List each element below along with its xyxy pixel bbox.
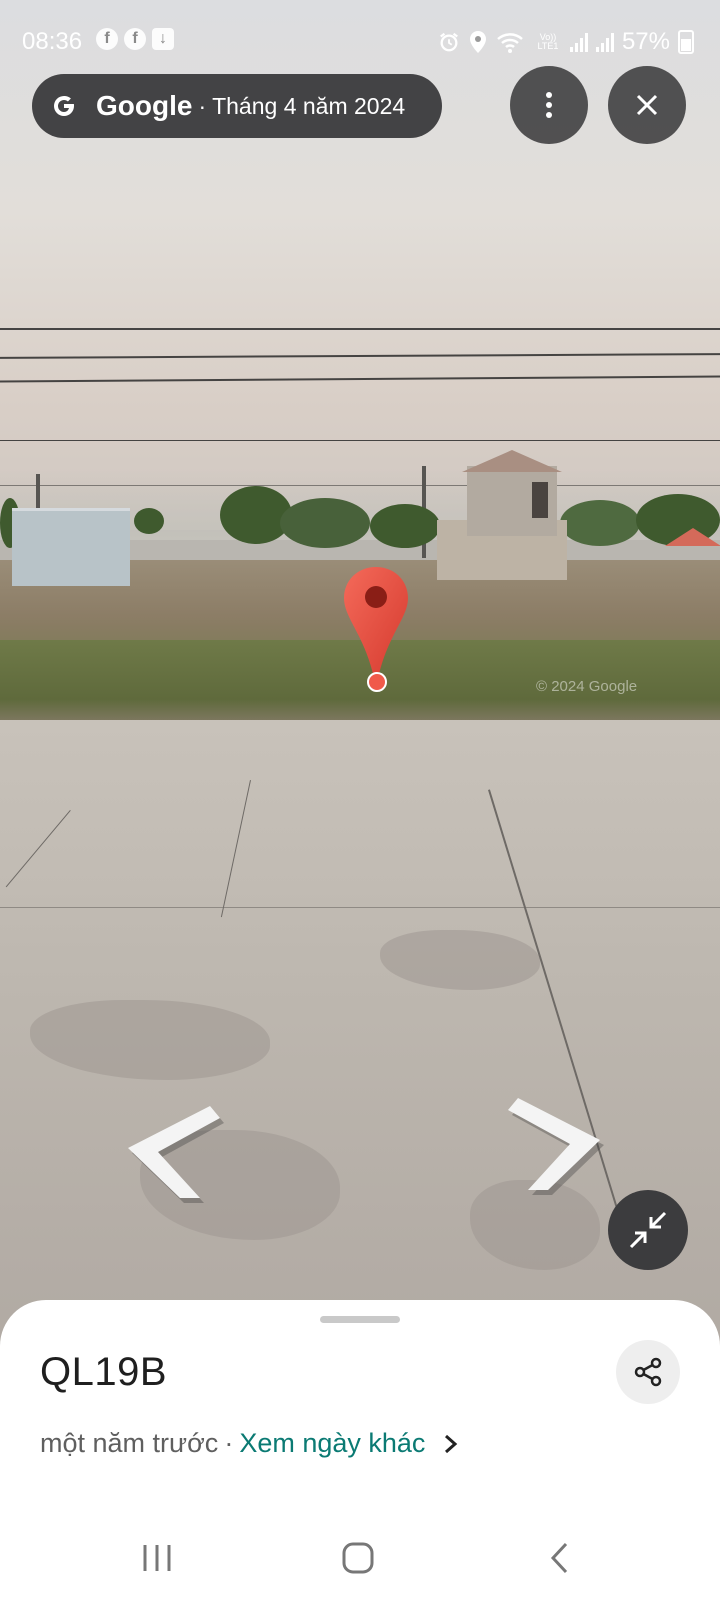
alarm-icon <box>440 32 458 52</box>
house-window <box>532 482 548 518</box>
power-line <box>0 440 720 441</box>
google-g-icon <box>54 95 74 116</box>
location-icon <box>469 31 486 53</box>
power-line <box>0 328 720 330</box>
google-brand: Google <box>96 90 193 121</box>
wifi-icon <box>497 33 523 53</box>
volte-icon: Vo)) LTE1 <box>537 32 559 51</box>
tree <box>370 504 440 548</box>
back-button[interactable] <box>535 1536 585 1580</box>
back-icon <box>550 1542 568 1574</box>
signal-icon <box>569 32 588 52</box>
concrete-shed <box>12 508 130 586</box>
battery-icon <box>678 30 694 54</box>
exit-fullscreen-button[interactable] <box>608 1190 688 1270</box>
more-vert-icon <box>546 92 552 118</box>
signal-icon <box>595 32 614 52</box>
share-button[interactable] <box>616 1340 680 1404</box>
imagery-date: · Tháng 4 năm 2024 <box>198 92 406 119</box>
separator: · <box>224 1428 234 1458</box>
tree <box>560 500 640 546</box>
chevron-right-icon[interactable] <box>443 1433 459 1455</box>
place-title: QL19B <box>40 1350 168 1394</box>
more-options-button[interactable] <box>510 66 588 144</box>
see-other-dates-link[interactable]: Xem ngày khác <box>239 1428 425 1459</box>
imagery-age: một năm trước <box>40 1428 219 1458</box>
close-button[interactable] <box>608 66 686 144</box>
recents-icon <box>143 1545 171 1571</box>
tree <box>134 508 164 534</box>
share-icon <box>634 1357 662 1387</box>
navigate-left-arrow[interactable] <box>118 1098 228 1208</box>
battery-percent: 57% <box>621 28 670 55</box>
notification-icons: f f ↓ <box>96 28 174 50</box>
status-icons: Vo)) LTE1 57% <box>438 28 694 56</box>
collapse-icon <box>629 1211 667 1249</box>
street-view-screen: © 2024 Google 08:36 f f ↓ Vo)) LTE1 57% … <box>0 0 720 1600</box>
location-pin-icon <box>344 567 408 692</box>
house-roof <box>462 450 562 472</box>
close-icon <box>636 94 658 116</box>
facebook-icon: f <box>96 28 118 50</box>
imagery-date-pill[interactable]: Google · Tháng 4 năm 2024 <box>32 74 442 138</box>
tent <box>665 528 720 546</box>
road-joint <box>0 907 720 908</box>
home-icon <box>342 1542 374 1574</box>
power-line <box>0 485 720 486</box>
drag-handle[interactable] <box>320 1316 400 1323</box>
facebook-icon: f <box>124 28 146 50</box>
system-navigation-bar <box>0 1510 720 1600</box>
status-time: 08:36 <box>22 28 83 55</box>
copyright-watermark: © 2024 Google <box>536 678 638 695</box>
tree <box>280 498 370 548</box>
navigate-right-arrow[interactable] <box>500 1090 610 1200</box>
status-bar: 08:36 f f ↓ Vo)) LTE1 57% <box>0 22 720 62</box>
home-button[interactable] <box>333 1536 383 1580</box>
download-icon: ↓ <box>152 28 174 50</box>
recents-button[interactable] <box>132 1536 182 1580</box>
imagery-age-row: một năm trước · Xem ngày khác <box>40 1428 459 1459</box>
